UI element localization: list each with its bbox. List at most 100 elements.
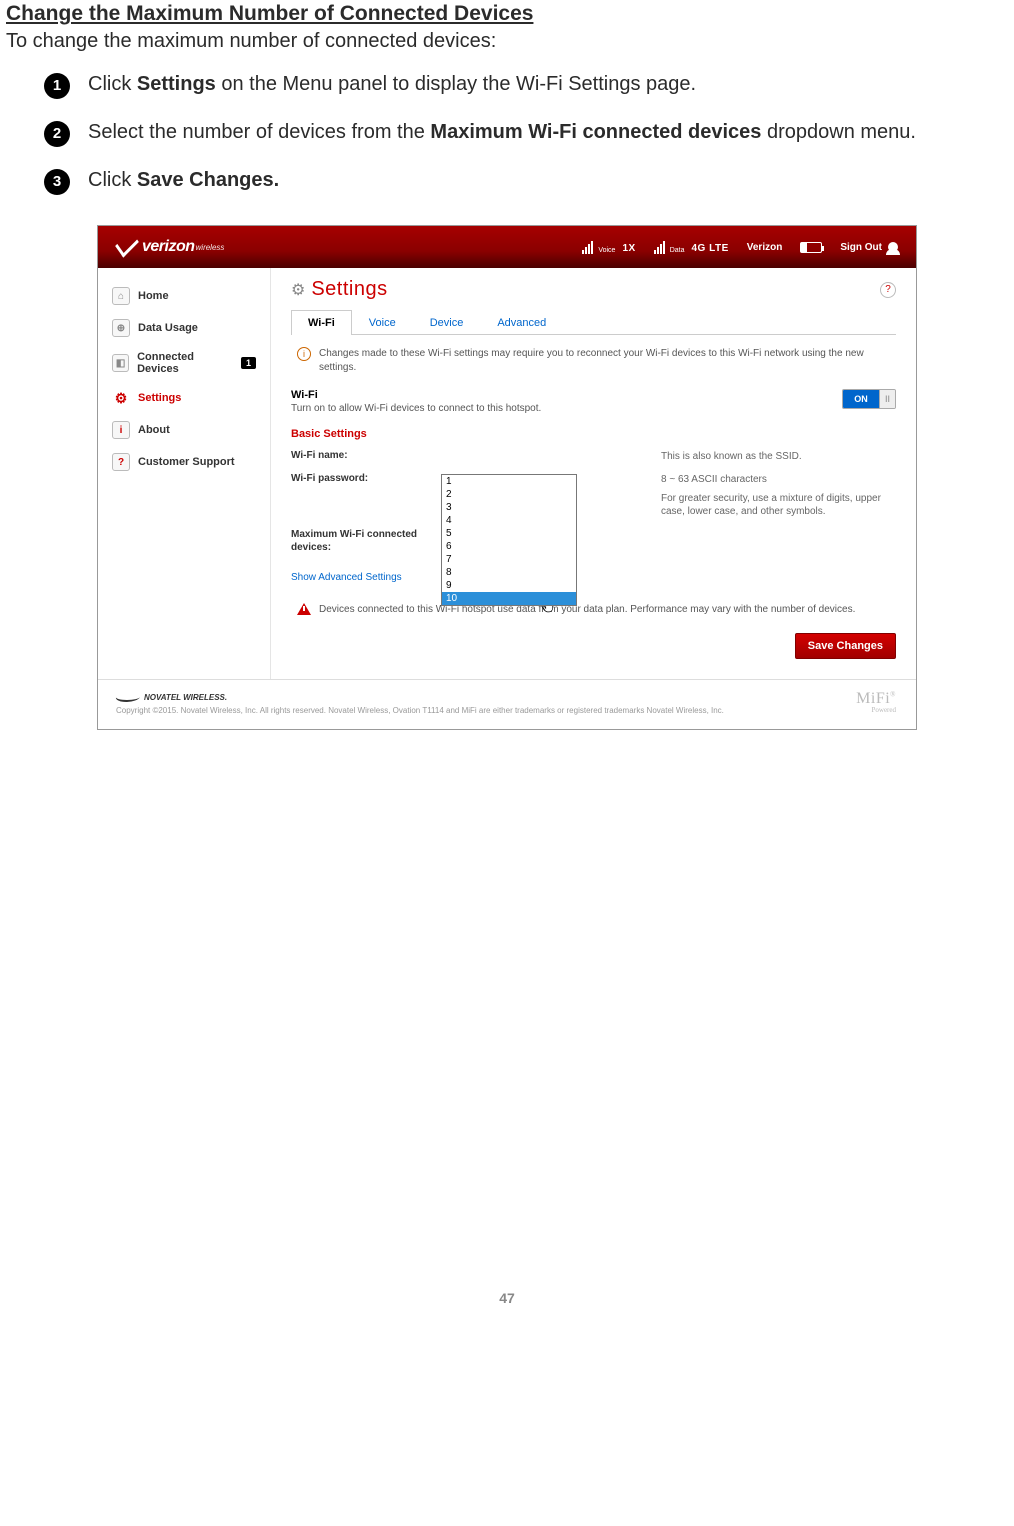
dropdown-option[interactable]: 8 [442,566,576,579]
signal-bars-icon [582,241,593,254]
dropdown-option[interactable]: 4 [442,514,576,527]
wifi-password-help2: For greater security, use a mixture of d… [661,492,896,518]
dropdown-option[interactable]: 3 [442,501,576,514]
dropdown-option[interactable]: 2 [442,488,576,501]
doc-subtitle: To change the maximum number of connecte… [6,30,1008,53]
tab-voice[interactable]: Voice [352,310,413,335]
info-text: Changes made to these Wi-Fi settings may… [319,347,896,375]
sign-out-link[interactable]: Sign Out [840,242,898,253]
sidebar-item-label: Connected Devices [137,351,233,375]
wifi-heading: Wi-Fi [291,389,541,401]
footer: NOVATEL WIRELESS. Copyright ©2015. Novat… [98,679,916,729]
tab-wifi[interactable]: Wi-Fi [291,310,352,335]
carrier-name: Verizon [747,242,783,253]
data-label: Data [670,247,685,254]
dropdown-option[interactable]: 9 [442,579,576,592]
step-number-icon: 1 [44,73,70,99]
warning-banner: Devices connected to this Wi-Fi hotspot … [291,603,896,617]
sidebar: ⌂ Home ⊕ Data Usage ◧ Connected Devices … [98,268,270,679]
sidebar-item-label: Home [138,290,169,302]
warning-icon [297,603,311,615]
dropdown-option[interactable]: 7 [442,553,576,566]
sidebar-item-customer-support[interactable]: ? Customer Support [106,446,262,478]
voice-label: Voice [598,247,615,254]
device-count-badge: 1 [241,357,256,369]
sidebar-item-label: About [138,424,170,436]
home-icon: ⌂ [112,287,130,305]
wifi-password-label: Wi-Fi password: [291,473,441,484]
globe-icon: ⊕ [112,319,130,337]
step2-bold: Maximum Wi-Fi connected devices [430,121,761,143]
max-devices-dropdown[interactable]: 1 2 3 4 5 6 7 8 9 10 [441,474,577,606]
mifi-text: MiFi [856,690,890,707]
tab-advanced[interactable]: Advanced [480,310,563,335]
step1-pre: Click [88,73,137,95]
step-2: 2 Select the number of devices from the … [44,119,1008,147]
sidebar-item-home[interactable]: ⌂ Home [106,280,262,312]
verizon-check-icon [115,230,139,257]
mifi-powered: Powered [856,706,896,714]
toggle-on-label: ON [843,390,879,408]
copyright-text: Copyright ©2015. Novatel Wireless, Inc. … [116,706,724,715]
data-net: 4G LTE [691,243,728,254]
data-signal: Data 4G LTE [654,241,729,254]
basic-settings-heading: Basic Settings [291,428,896,440]
sidebar-item-settings[interactable]: ⚙ Settings [106,382,262,414]
dropdown-option[interactable]: 6 [442,540,576,553]
step2-post: dropdown menu. [761,121,916,143]
doc-title: Change the Maximum Number of Connected D… [6,2,1008,26]
page-title: ⚙ Settings [291,278,896,301]
registered-mark: ® [890,691,896,699]
info-icon: i [297,347,311,361]
voice-signal: Voice 1X [582,241,635,254]
novatel-brand-text: NOVATEL WIRELESS. [144,693,227,702]
sidebar-item-about[interactable]: i About [106,414,262,446]
step-number-icon: 2 [44,121,70,147]
brand-text: verizon [142,238,195,256]
dropdown-option[interactable]: 1 [442,475,576,488]
sidebar-item-connected-devices[interactable]: ◧ Connected Devices 1 [106,344,262,382]
verizon-logo: verizon wireless [116,238,224,256]
max-devices-label: Maximum Wi-Fi connected devices: [291,528,441,554]
info-banner: i Changes made to these Wi-Fi settings m… [291,347,896,375]
novatel-logo: NOVATEL WIRELESS. [116,692,724,702]
wifi-sub: Turn on to allow Wi-Fi devices to connec… [291,403,541,414]
step1-bold: Settings [137,73,216,95]
swoosh-icon [114,692,142,702]
person-icon [888,242,898,252]
step-1: 1 Click Settings on the Menu panel to di… [44,71,1008,99]
info-icon: i [112,421,130,439]
sidebar-item-data-usage[interactable]: ⊕ Data Usage [106,312,262,344]
main-content: ? ⚙ Settings Wi-Fi Voice Device Advanced… [270,268,916,679]
wifi-password-help1: 8 ~ 63 ASCII characters [661,473,896,486]
tab-device[interactable]: Device [413,310,481,335]
signal-bars-icon [654,241,665,254]
screenshot-frame: verizon wireless Voice 1X Data 4G [97,225,917,730]
brand-sub: wireless [196,243,225,252]
gear-icon: ⚙ [112,389,130,407]
mifi-logo: MiFi® Powered [856,690,896,714]
steps-list: 1 Click Settings on the Menu panel to di… [6,71,1008,195]
wifi-name-help: This is also known as the SSID. [631,450,896,463]
sidebar-item-label: Settings [138,392,181,404]
step3-pre: Click [88,169,137,191]
wifi-name-label: Wi-Fi name: [291,450,441,461]
voice-net: 1X [622,243,635,254]
step2-pre: Select the number of devices from the [88,121,430,143]
step1-post: on the Menu panel to display the Wi-Fi S… [216,73,696,95]
top-bar: verizon wireless Voice 1X Data 4G [98,226,916,268]
page-title-text: Settings [311,278,387,301]
save-changes-button[interactable]: Save Changes [795,633,896,659]
help-icon: ? [112,453,130,471]
page-help-icon[interactable]: ? [880,282,896,298]
dropdown-option-selected[interactable]: 10 [442,592,576,605]
wifi-toggle[interactable]: ON II [842,389,896,409]
toggle-knob: II [879,390,895,408]
dropdown-option[interactable]: 5 [442,527,576,540]
show-advanced-link[interactable]: Show Advanced Settings [291,572,896,583]
tabs: Wi-Fi Voice Device Advanced [291,309,896,335]
sidebar-item-label: Data Usage [138,322,198,334]
devices-icon: ◧ [112,354,129,372]
step3-bold: Save Changes. [137,169,279,191]
gear-icon: ⚙ [291,280,305,300]
